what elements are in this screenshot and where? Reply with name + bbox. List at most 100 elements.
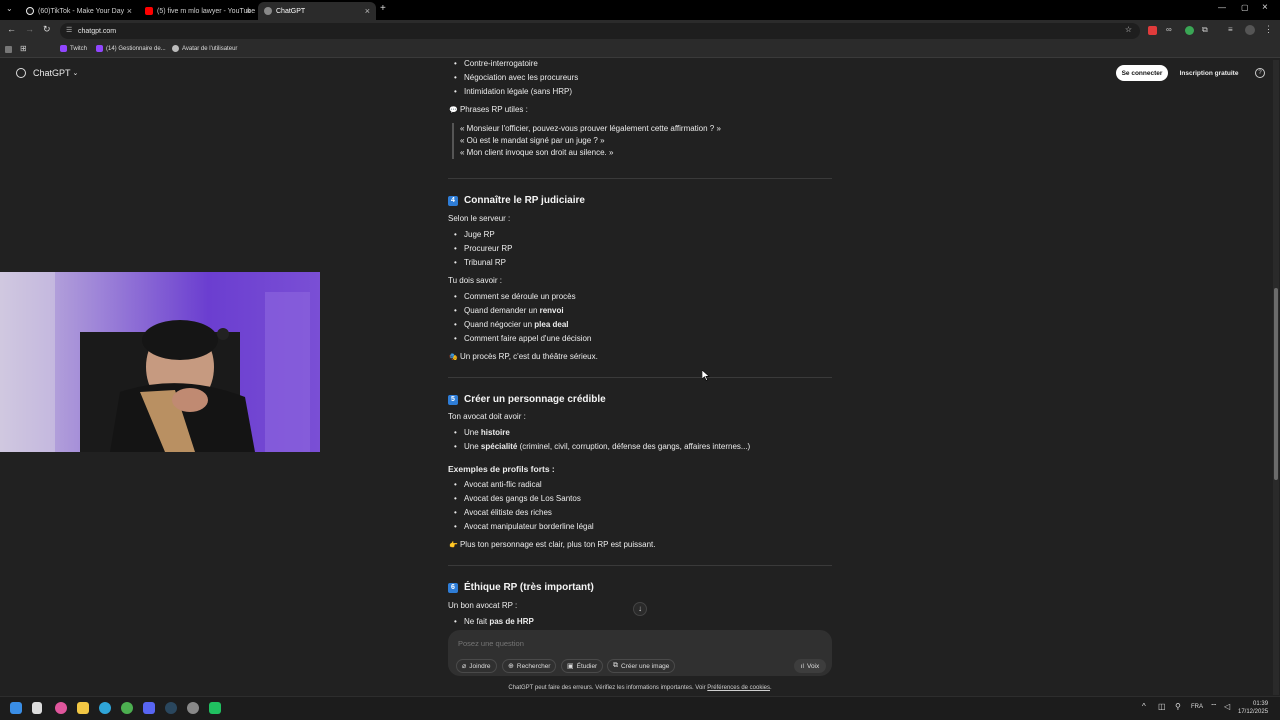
section-intro: Un bon avocat RP :: [448, 601, 518, 610]
menu-dots-icon[interactable]: ⋮: [1264, 24, 1273, 35]
reload-icon[interactable]: ↻: [43, 24, 51, 35]
button-label: Créer une image: [621, 662, 670, 670]
file-icon[interactable]: [32, 702, 42, 714]
note-text: Plus ton personnage est clair, plus ton …: [459, 540, 656, 549]
study-button[interactable]: ▣ Étudier: [561, 659, 604, 673]
edge-icon[interactable]: [99, 702, 111, 714]
section-intro: Ton avocat doit avoir :: [448, 412, 526, 421]
new-tab-icon[interactable]: +: [380, 3, 386, 14]
phrases-heading: 💬 Phrases RP utiles :: [449, 105, 528, 114]
disclaimer-text: ChatGPT peut faire des erreurs. Vérifiez…: [508, 685, 708, 691]
close-icon[interactable]: ×: [246, 6, 251, 16]
bookmark-label: Avatar de l'utilisateur: [182, 45, 238, 52]
item-bold: renvoi: [539, 306, 564, 315]
openai-logo-icon: [16, 68, 26, 78]
bookmark-star-icon[interactable]: ☆: [1125, 25, 1132, 34]
blockquote-bar: [452, 123, 454, 159]
folder-icon[interactable]: [77, 702, 89, 714]
app-icon[interactable]: [209, 702, 221, 714]
extension-icon[interactable]: [1185, 26, 1194, 35]
url-field[interactable]: ☰ chatgpt.com ☆: [60, 23, 1140, 39]
steam-icon[interactable]: [165, 702, 177, 714]
section-subintro: Tu dois savoir :: [448, 276, 502, 285]
theater-masks-icon: 🎭: [449, 354, 458, 361]
attach-button[interactable]: ⌀ Joindre: [456, 659, 497, 673]
list-item: Contre-interrogatoire: [454, 59, 538, 68]
quote-line: « Mon client invoque son droit au silenc…: [460, 148, 614, 157]
apps-grid-icon[interactable]: ⊞: [20, 44, 27, 53]
sidebar-icon[interactable]: ≡: [1228, 25, 1233, 34]
window-close-icon[interactable]: ×: [1262, 2, 1268, 13]
chrome-icon[interactable]: [121, 702, 133, 714]
system-clock[interactable]: 01:39 17/12/2025: [1238, 700, 1268, 716]
login-button[interactable]: Se connecter: [1116, 65, 1168, 81]
paperclip-icon: ⌀: [462, 663, 467, 670]
globe-icon: [172, 45, 179, 52]
chatgpt-model-selector[interactable]: ChatGPT ⌄: [16, 68, 78, 78]
tab-tiktok[interactable]: (60)TikTok - Make Your Day ×: [20, 2, 138, 20]
windows-start-icon[interactable]: [10, 702, 22, 714]
bookmark-avatar[interactable]: Avatar de l'utilisateur: [172, 45, 237, 52]
bookmark-twitch[interactable]: Twitch: [60, 45, 87, 52]
button-label: Étudier: [576, 662, 598, 670]
keycap-number-icon: 6: [448, 582, 458, 593]
close-icon[interactable]: ×: [365, 6, 370, 16]
list-item: Avocat manipulateur borderline légal: [454, 522, 594, 531]
site-info-icon[interactable]: ☰: [66, 26, 72, 34]
signup-button[interactable]: Inscription gratuite: [1174, 65, 1244, 81]
discord-icon[interactable]: [143, 702, 155, 714]
divider: [448, 178, 832, 179]
item-bold: pas de HRP: [489, 617, 534, 626]
speech-bubble-icon: 💬: [449, 107, 458, 114]
settings-gear-icon[interactable]: [187, 702, 199, 714]
language-indicator[interactable]: FRA: [1191, 704, 1203, 710]
cookie-preferences-link[interactable]: Préférences de cookies: [707, 685, 770, 691]
extension-icon[interactable]: ∞: [1166, 25, 1172, 34]
button-label: Voix: [806, 662, 820, 670]
prompt-composer: ⌀ Joindre ⊕ Rechercher ▣ Étudier ⧉ Créer…: [448, 630, 832, 676]
extension-icon[interactable]: [1148, 26, 1157, 35]
os-taskbar: ^ ◫ ⚲ FRA ⌔ ◁ 01:39 17/12/2025: [0, 696, 1280, 720]
minimize-icon[interactable]: —: [1218, 3, 1226, 12]
item-text: Une: [464, 442, 481, 451]
copilot-icon[interactable]: [55, 702, 67, 714]
close-icon[interactable]: ×: [127, 6, 132, 16]
tray-chevron-icon[interactable]: ^: [1142, 702, 1146, 711]
bookmark-label: (14) Gestionnaire de...: [106, 45, 166, 52]
prompt-input[interactable]: [458, 639, 818, 648]
scrollbar-thumb[interactable]: [1274, 288, 1278, 480]
item-bold: histoire: [480, 428, 510, 437]
network-icon[interactable]: ◫: [1158, 702, 1166, 711]
voice-button[interactable]: ıl Voix: [794, 659, 826, 673]
bookmarks-app-icon[interactable]: [5, 46, 12, 53]
tab-list-chevron-icon[interactable]: ⌄: [6, 4, 13, 13]
section-heading: 6 Éthique RP (très important): [448, 582, 594, 593]
section-note: 👉 Plus ton personnage est clair, plus to…: [449, 540, 655, 549]
bookmark-twitch-manager[interactable]: (14) Gestionnaire de...: [96, 45, 166, 52]
forward-icon[interactable]: →: [25, 24, 34, 34]
create-image-button[interactable]: ⧉ Créer une image: [607, 659, 676, 673]
list-item: Comment se déroule un procès: [454, 292, 576, 301]
usb-icon[interactable]: ⚲: [1175, 702, 1181, 711]
tab-youtube[interactable]: (5) five m mlo lawyer - YouTube ×: [139, 2, 257, 20]
volume-icon[interactable]: ◁: [1224, 702, 1230, 711]
maximize-icon[interactable]: ▢: [1241, 3, 1249, 12]
webcam-overlay: [0, 272, 320, 452]
section-title: Éthique RP (très important): [464, 582, 594, 593]
profile-avatar[interactable]: [1245, 25, 1255, 35]
list-item: Quand négocier un plea deal: [454, 320, 568, 329]
tab-title: (60)TikTok - Make Your Day: [38, 7, 125, 15]
section-heading: 5 Créer un personnage crédible: [448, 394, 606, 405]
mouse-cursor-icon: [702, 370, 710, 381]
list-item: Avocat des gangs de Los Santos: [454, 494, 581, 503]
book-icon: ▣: [567, 663, 574, 670]
tab-chatgpt[interactable]: ChatGPT ×: [258, 2, 376, 20]
disclaimer-end: .: [770, 685, 772, 691]
scroll-down-button[interactable]: ↓: [633, 602, 647, 616]
extensions-puzzle-icon[interactable]: ⧉: [1202, 25, 1208, 35]
divider: [448, 565, 832, 566]
help-icon[interactable]: ?: [1255, 68, 1265, 78]
back-icon[interactable]: ←: [7, 24, 16, 34]
wifi-icon[interactable]: ⌔: [1210, 702, 1218, 712]
search-button[interactable]: ⊕ Rechercher: [502, 659, 557, 673]
